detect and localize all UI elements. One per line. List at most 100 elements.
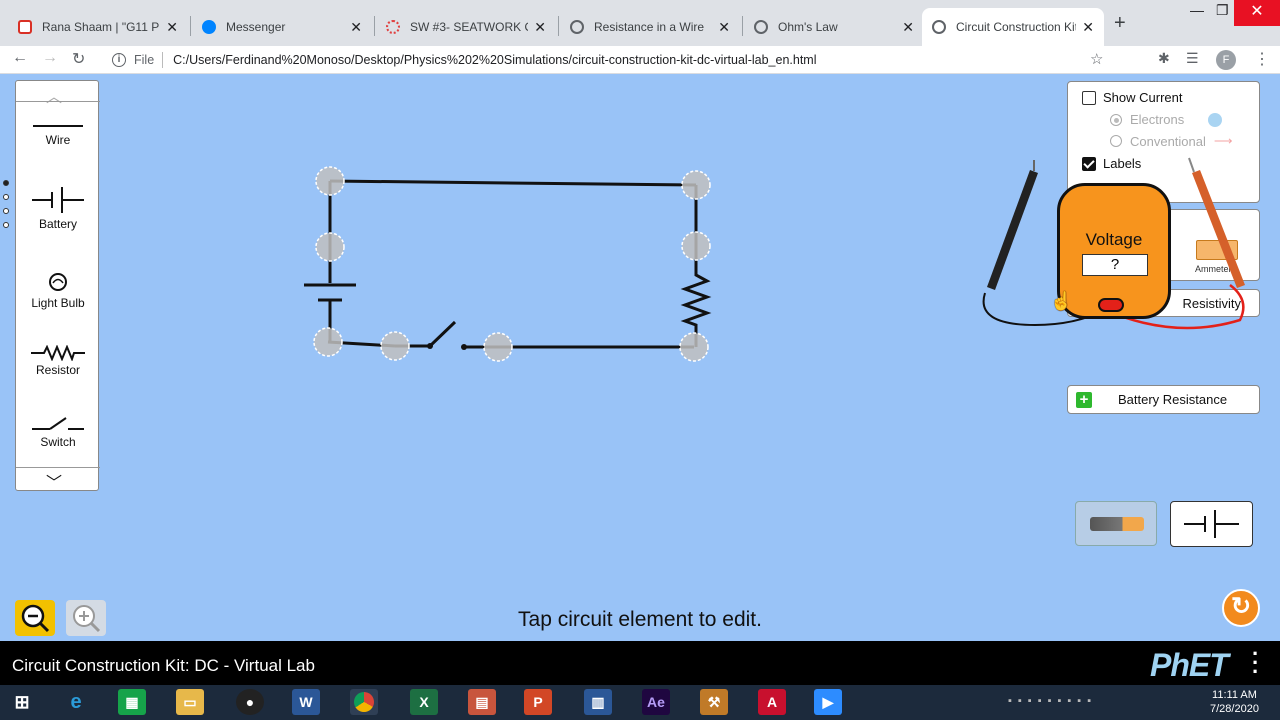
url-field[interactable]: i File C:/Users/Ferdinand%20Monoso/Deskt… [104, 48, 1114, 72]
radio-label: Electrons [1130, 112, 1185, 127]
battery-resistance-panel[interactable]: + Battery Resistance [1067, 385, 1260, 414]
phet-menu-icon[interactable]: · · · [1252, 643, 1259, 683]
realistic-battery-icon [1090, 517, 1144, 531]
globe-icon [754, 20, 768, 34]
back-arrow-icon[interactable]: ← [12, 49, 28, 67]
bookmark-star-icon[interactable]: ☆ [1090, 50, 1103, 68]
tab-title: Resistance in a Wire [594, 20, 705, 34]
maximize-icon[interactable]: ❐ [1216, 2, 1229, 19]
red-probe[interactable] [1188, 157, 1245, 288]
media-icon[interactable]: ● [236, 689, 264, 715]
clock-time: 11:11 AM [1212, 689, 1257, 701]
loading-icon [386, 20, 400, 34]
vertex[interactable] [380, 331, 410, 361]
lifelike-view-button[interactable] [1075, 501, 1157, 546]
forward-arrow-icon[interactable]: → [42, 49, 58, 67]
hand-cursor-icon: ☝ [1050, 291, 1073, 311]
app-icon[interactable]: ▤ [468, 689, 496, 715]
reading-list-icon[interactable]: ☰ [1186, 50, 1199, 67]
tab-messenger[interactable]: Messenger ✕ [192, 8, 372, 46]
status-message: Tap circuit element to edit. [518, 608, 762, 631]
vertex[interactable] [681, 231, 711, 261]
publisher-icon[interactable]: ▥ [584, 689, 612, 715]
vertex[interactable] [315, 166, 345, 196]
black-probe[interactable] [987, 160, 1038, 290]
checkbox-label: Show Current [1103, 90, 1183, 105]
vertex[interactable] [313, 327, 343, 357]
close-icon[interactable]: ✕ [902, 19, 914, 36]
globe-icon [570, 20, 584, 34]
store-icon[interactable]: ▦ [118, 689, 146, 715]
expand-icon[interactable]: + [1076, 391, 1092, 408]
wire-top[interactable] [329, 179, 697, 187]
tab-circuit-construction-kit[interactable]: Circuit Construction Kit: ✕ [922, 8, 1104, 46]
acrobat-icon[interactable]: A [758, 689, 786, 715]
vertex[interactable] [483, 332, 513, 362]
tab-title: Rana Shaam | "G11 P [42, 20, 160, 34]
radio-label: Conventional [1130, 133, 1206, 149]
show-current-checkbox[interactable]: Show Current [1082, 90, 1182, 105]
word-icon[interactable]: W [292, 689, 320, 715]
zoom-app-icon[interactable]: ▶ [814, 689, 842, 715]
browser-menu-icon[interactable]: ⋮ [1254, 49, 1270, 69]
vertex[interactable] [315, 232, 345, 262]
switch[interactable] [395, 320, 498, 350]
close-icon[interactable]: ✕ [1082, 19, 1094, 36]
taskbar-clock[interactable]: 11:11 AM 7/28/2020 [1210, 688, 1259, 716]
windows-taskbar: ⊞ e ▦ ▭ ● W X ▤ P ▥ Ae ⚒ A ▶ ▪▪▪▪▪▪▪▪▪ 1… [0, 685, 1280, 720]
electron-icon [1208, 112, 1223, 127]
tab-seatwork[interactable]: SW #3- SEATWORK ON ✕ [376, 8, 556, 46]
tab-title: SW #3- SEATWORK ON [410, 20, 528, 34]
minimize-icon[interactable]: — [1190, 2, 1204, 18]
tab-title: Circuit Construction Kit: [956, 20, 1077, 34]
checkbox-box[interactable] [1082, 90, 1096, 105]
system-tray-icons[interactable]: ▪▪▪▪▪▪▪▪▪ [1008, 695, 1097, 707]
tab-title: Messenger [226, 20, 286, 34]
tab-title: Ohm's Law [778, 20, 838, 34]
window-close-button[interactable]: ✕ [1234, 0, 1280, 26]
internet-explorer-icon[interactable]: e [62, 689, 90, 715]
file-label: File [134, 53, 155, 67]
conventional-radio[interactable]: Conventional ⟶ [1110, 133, 1233, 149]
schematic-view-button[interactable] [1170, 501, 1253, 547]
voltmeter-label: Voltage [1085, 230, 1143, 249]
arrow-right-icon: ⟶ [1213, 133, 1233, 148]
tab-ohms-law[interactable]: Ohm's Law ✕ [744, 8, 924, 46]
globe-icon [932, 20, 946, 34]
reload-icon[interactable]: ↻ [72, 49, 85, 69]
browser-tab-bar: Rana Shaam | "G11 P ✕ Messenger ✕ SW #3-… [0, 0, 1280, 46]
close-icon[interactable]: ✕ [166, 19, 178, 36]
profile-avatar[interactable]: F [1216, 50, 1236, 70]
info-icon[interactable]: i [112, 53, 126, 67]
close-icon[interactable]: ✕ [718, 19, 730, 36]
chrome-icon[interactable] [350, 689, 378, 715]
messenger-icon [202, 20, 216, 34]
clock-date: 7/28/2020 [1210, 703, 1259, 715]
close-icon[interactable]: ✕ [534, 19, 546, 36]
powerpoint-icon[interactable]: P [524, 689, 552, 715]
reset-button[interactable]: ↻ [1222, 589, 1260, 627]
resistor[interactable] [680, 246, 712, 347]
vertex[interactable] [679, 332, 709, 362]
tools-icon[interactable]: ⚒ [700, 689, 728, 715]
new-tab-button[interactable]: + [1114, 12, 1126, 35]
sim-footer: Circuit Construction Kit: DC - Virtual L… [0, 641, 1280, 685]
excel-icon[interactable]: X [410, 689, 438, 715]
schematic-battery-icon [1184, 510, 1239, 538]
phet-logo[interactable]: PhET [1150, 647, 1229, 684]
address-bar: ← → ↻ i File C:/Users/Ferdinand%20Monoso… [0, 46, 1280, 74]
after-effects-icon[interactable]: Ae [642, 689, 670, 715]
close-icon[interactable]: ✕ [350, 19, 362, 36]
extensions-icon[interactable]: ✱ [1158, 50, 1170, 67]
gmail-icon [18, 20, 32, 34]
simulation-canvas: ︿ Wire Battery Light Bulb Resistor Switc… [0, 75, 1280, 641]
voltmeter[interactable]: Voltage ? [1057, 183, 1171, 319]
probe-jack [1098, 298, 1124, 312]
tab-gmail[interactable]: Rana Shaam | "G11 P ✕ [8, 8, 188, 46]
file-explorer-icon[interactable]: ▭ [176, 689, 204, 715]
url-text[interactable]: C:/Users/Ferdinand%20Monoso/Desktop/Phys… [173, 53, 816, 67]
vertex[interactable] [681, 170, 711, 200]
windows-start-icon[interactable]: ⊞ [8, 689, 36, 715]
tab-resistance-wire[interactable]: Resistance in a Wire ✕ [560, 8, 740, 46]
electrons-radio[interactable]: Electrons [1110, 112, 1223, 127]
